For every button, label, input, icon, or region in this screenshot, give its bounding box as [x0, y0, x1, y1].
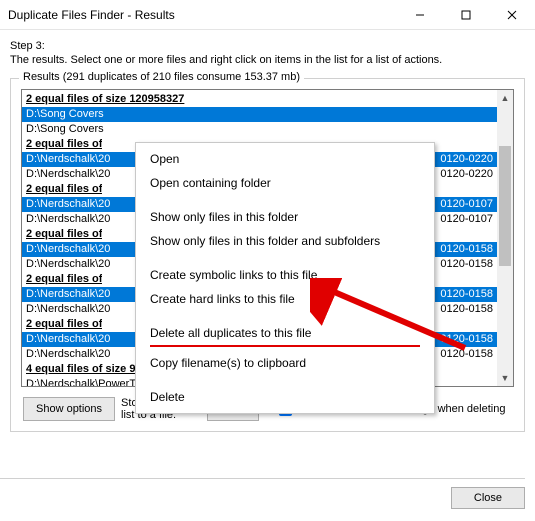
list-item[interactable]: D:\Song Covers [22, 107, 497, 122]
scroll-up-icon[interactable]: ▲ [497, 90, 513, 106]
group-header[interactable]: 2 equal files of size 120958327 [22, 92, 497, 107]
ctx-open[interactable]: Open [136, 147, 434, 171]
ctx-hardlink[interactable]: Create hard links to this file [136, 287, 434, 311]
ctx-show-folder[interactable]: Show only files in this folder [136, 205, 434, 229]
ctx-open-folder[interactable]: Open containing folder [136, 171, 434, 195]
ctx-show-subfolders[interactable]: Show only files in this folder and subfo… [136, 229, 434, 253]
titlebar: Duplicate Files Finder - Results [0, 0, 535, 30]
minimize-icon[interactable] [397, 0, 443, 30]
annotation-underline [150, 345, 420, 347]
step-description: The results. Select one or more files an… [10, 54, 525, 66]
close-icon[interactable] [489, 0, 535, 30]
ctx-delete[interactable]: Delete [136, 385, 434, 409]
scroll-track[interactable] [497, 106, 513, 370]
scrollbar[interactable]: ▲ ▼ [497, 90, 513, 386]
ctx-delete-duplicates[interactable]: Delete all duplicates to this file [136, 321, 434, 345]
maximize-icon[interactable] [443, 0, 489, 30]
window-title: Duplicate Files Finder - Results [8, 8, 175, 22]
scroll-thumb[interactable] [499, 146, 511, 266]
scroll-down-icon[interactable]: ▼ [497, 370, 513, 386]
ctx-symlink[interactable]: Create symbolic links to this file [136, 263, 434, 287]
ctx-copy-filename[interactable]: Copy filename(s) to clipboard [136, 351, 434, 375]
results-legend: Results (291 duplicates of 210 files con… [19, 71, 304, 83]
step-label: Step 3: [10, 40, 525, 52]
list-item[interactable]: D:\Song Covers [22, 122, 497, 137]
close-button[interactable]: Close [451, 487, 525, 509]
context-menu: Open Open containing folder Show only fi… [135, 142, 435, 414]
footer: Close [0, 478, 525, 509]
window-controls [397, 0, 535, 30]
show-options-button[interactable]: Show options [23, 397, 115, 421]
